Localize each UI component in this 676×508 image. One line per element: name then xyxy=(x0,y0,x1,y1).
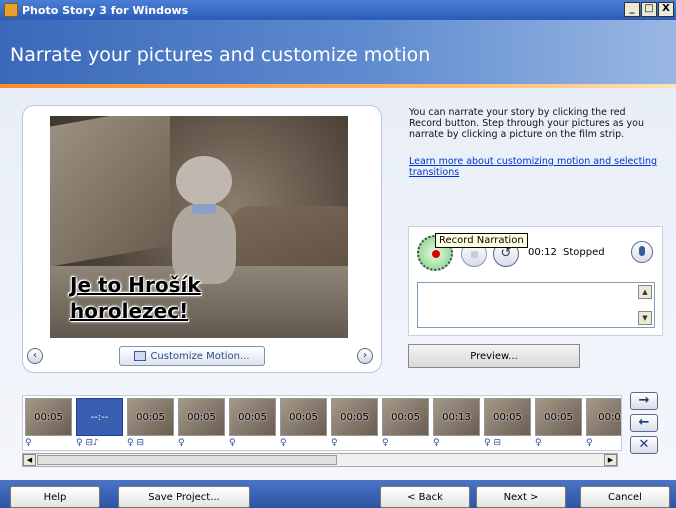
thumbnail-duration: 00:05 xyxy=(238,412,267,423)
main-content: Je to Hrošík horolezec! ‹ Customize Moti… xyxy=(0,88,676,480)
film-strip-thumbnail[interactable]: 00:05 xyxy=(25,398,72,436)
maximize-button[interactable]: □ xyxy=(641,2,657,17)
learn-more-link[interactable]: Learn more about customizing motion and … xyxy=(409,156,659,178)
transition-icon[interactable]: ♀ xyxy=(433,438,480,448)
film-strip: 00:05 --:-- 00:05 00:05 00:05 00:05 00:05 00:05… xyxy=(22,395,622,451)
film-strip-thumbnail[interactable]: 00:05 xyxy=(382,398,429,436)
transition-icon[interactable]: ♀ ⊟ xyxy=(127,438,174,448)
customize-motion-label: Customize Motion... xyxy=(150,350,250,362)
transition-icon[interactable]: ♀ xyxy=(586,438,621,448)
previous-picture-button[interactable]: ‹ xyxy=(27,348,43,364)
narration-status: Stopped xyxy=(563,247,605,258)
photo-preview: Je to Hrošík horolezec! xyxy=(50,116,348,338)
microphone-icon[interactable] xyxy=(631,241,653,263)
film-strip-thumbnail[interactable]: 00:13 xyxy=(433,398,480,436)
film-strip-thumbnail[interactable]: 00:05 xyxy=(127,398,174,436)
thumbnail-duration: 00:05 xyxy=(493,412,522,423)
thumbnail-duration: 00:13 xyxy=(442,412,471,423)
scroll-left-icon[interactable]: ◀ xyxy=(23,454,36,466)
notes-scrollbar[interactable]: ▲ ▼ xyxy=(638,285,652,325)
film-strip-thumbnail[interactable]: 00:05 xyxy=(484,398,531,436)
teddy-bow xyxy=(192,204,216,214)
rock-shape xyxy=(50,116,170,267)
preview-panel: Je to Hrošík horolezec! ‹ Customize Moti… xyxy=(22,105,382,373)
transition-icon[interactable]: ♀ xyxy=(25,438,72,448)
thumbnail-duration: 00:05 xyxy=(391,412,420,423)
film-strip-thumbnail[interactable]: 00:0 xyxy=(586,398,621,436)
page-header: Narrate your pictures and customize moti… xyxy=(0,20,676,88)
scroll-thumb[interactable] xyxy=(37,455,337,465)
close-button[interactable]: X xyxy=(658,2,674,17)
film-strip-thumbnail[interactable]: 00:05 xyxy=(535,398,582,436)
thumbnail-duration: 00:0 xyxy=(598,412,621,423)
transition-icon[interactable]: ♀ xyxy=(331,438,378,448)
scroll-down-icon[interactable]: ▼ xyxy=(638,311,652,325)
film-strip-thumbnail[interactable]: 00:05 xyxy=(178,398,225,436)
transition-icon[interactable]: ♀ xyxy=(382,438,429,448)
next-button[interactable]: Next > xyxy=(476,486,566,508)
transition-icon[interactable]: ♀ xyxy=(178,438,225,448)
caption-line-1: Je to Hrošík xyxy=(70,273,201,297)
move-left-button[interactable]: ← xyxy=(630,414,658,432)
minimize-button[interactable]: _ xyxy=(624,2,640,17)
thumbnail-duration: 00:05 xyxy=(187,412,216,423)
customize-motion-button[interactable]: Customize Motion... xyxy=(119,346,265,366)
film-strip-thumbnail[interactable]: 00:05 xyxy=(229,398,276,436)
back-button[interactable]: < Back xyxy=(380,486,470,508)
move-right-button[interactable]: → xyxy=(630,392,658,410)
record-tooltip: Record Narration xyxy=(435,233,528,248)
thumbnail-duration: 00:05 xyxy=(544,412,573,423)
title-bar: Photo Story 3 for Windows _ □ X xyxy=(0,0,676,20)
transition-icon[interactable]: ♀ ⊟♪ xyxy=(76,438,123,448)
caption-line-2: horolezec! xyxy=(70,299,189,323)
teddy-head xyxy=(176,156,232,206)
motion-icon xyxy=(134,351,147,361)
scroll-right-icon[interactable]: ▶ xyxy=(604,454,617,466)
app-icon xyxy=(4,3,18,17)
thumbnail-duration: 00:05 xyxy=(34,412,63,423)
remove-picture-button[interactable]: ✕ xyxy=(630,436,658,454)
photo-caption: Je to Hrošík horolezec! xyxy=(70,272,201,324)
film-strip-thumbnail[interactable]: 00:05 xyxy=(280,398,327,436)
scroll-up-icon[interactable]: ▲ xyxy=(638,285,652,299)
thumbnail-duration: 00:05 xyxy=(136,412,165,423)
footer-bar: Help Save Project... < Back Next > Cance… xyxy=(0,480,676,508)
transition-icon[interactable]: ♀ xyxy=(229,438,276,448)
thumbnail-duration: --:-- xyxy=(90,412,109,423)
narration-panel: ↺ 00:12 Stopped ▲ ▼ Record Narration xyxy=(408,226,663,336)
cancel-button[interactable]: Cancel xyxy=(580,486,670,508)
thumbnail-duration: 00:05 xyxy=(340,412,369,423)
narration-time: 00:12 xyxy=(528,247,557,258)
instructions-text: You can narrate your story by clicking t… xyxy=(409,107,644,140)
page-title: Narrate your pictures and customize moti… xyxy=(10,44,431,66)
next-picture-button[interactable]: › xyxy=(357,348,373,364)
film-strip-thumbnail[interactable]: --:-- xyxy=(76,398,123,436)
transition-icon[interactable]: ♀ xyxy=(280,438,327,448)
film-strip-thumbnail[interactable]: 00:05 xyxy=(331,398,378,436)
transition-icon[interactable]: ♀ ⊟ xyxy=(484,438,531,448)
narration-notes-field[interactable]: ▲ ▼ xyxy=(417,282,655,328)
transition-icon[interactable]: ♀ xyxy=(535,438,582,448)
help-button[interactable]: Help xyxy=(10,486,100,508)
save-project-button[interactable]: Save Project... xyxy=(118,486,250,508)
thumbnail-duration: 00:05 xyxy=(289,412,318,423)
preview-button[interactable]: Preview... xyxy=(408,344,580,368)
window-title: Photo Story 3 for Windows xyxy=(22,3,189,17)
film-strip-scrollbar[interactable]: ◀ ▶ xyxy=(22,453,618,467)
